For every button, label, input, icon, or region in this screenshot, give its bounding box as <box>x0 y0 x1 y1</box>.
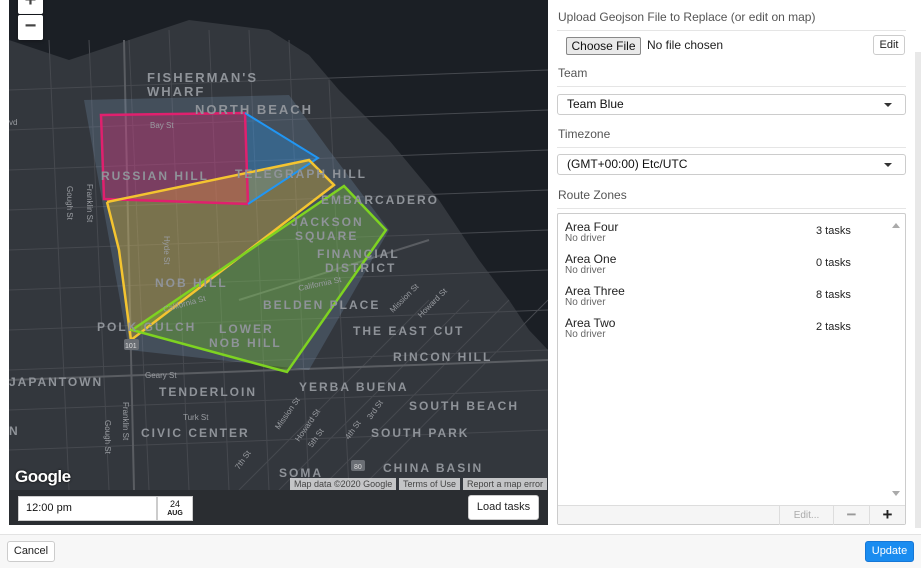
map-label: RUSSIAN HILL <box>101 169 209 183</box>
map-label: Hyde St <box>162 236 171 265</box>
zone-name: Area Four <box>565 220 619 234</box>
list-item[interactable]: Area Three No driver 8 tasks <box>565 284 885 314</box>
map-label: Geary St <box>145 371 177 380</box>
map-label: FISHERMAN'S <box>147 70 258 85</box>
zone-task-count: 8 tasks <box>816 289 851 301</box>
team-select-value: Team Blue <box>567 97 624 111</box>
add-zone-button[interactable]: + <box>869 506 905 525</box>
terms-of-use-link[interactable]: Terms of Use <box>399 478 461 490</box>
map-label: CIVIC CENTER <box>141 426 250 440</box>
edit-zone-button[interactable]: Edit... <box>779 506 833 525</box>
divider <box>557 147 906 148</box>
divider <box>557 30 906 31</box>
team-select[interactable]: Team Blue <box>557 94 906 115</box>
route-zones-list: Area Four No driver 3 tasks Area One No … <box>557 213 906 525</box>
zone-name: Area One <box>565 252 617 266</box>
list-item[interactable]: Area Four No driver 3 tasks <box>565 220 885 250</box>
scroll-down-arrow-icon[interactable] <box>892 491 900 496</box>
choose-file-button[interactable]: Choose File <box>566 37 641 55</box>
map-label: TELEGRAPH HILL <box>235 167 367 181</box>
zone-name: Area Three <box>565 284 625 298</box>
file-status: No file chosen <box>647 38 724 52</box>
date-month: AUG <box>167 510 183 517</box>
dialog-footer: Cancel Update <box>0 534 921 568</box>
zoom-in-button[interactable]: + <box>18 0 43 14</box>
divider <box>557 86 906 87</box>
zone-driver: No driver <box>565 265 606 276</box>
map-view[interactable]: FISHERMAN'S WHARF NORTH BEACH RUSSIAN HI… <box>9 0 548 490</box>
page-scrollbar[interactable] <box>915 52 921 528</box>
zones-toolbar: Edit... − + <box>558 505 905 525</box>
cancel-button[interactable]: Cancel <box>7 541 55 562</box>
list-item[interactable]: Area One No driver 0 tasks <box>565 252 885 282</box>
zones-scrollbar[interactable] <box>887 215 905 505</box>
report-map-error-link[interactable]: Report a map error <box>463 478 548 490</box>
upload-label: Upload Geojson File to Replace (or edit … <box>558 10 816 24</box>
team-label: Team <box>558 66 588 80</box>
map-label: JAPANTOWN <box>9 375 103 389</box>
zone-task-count: 3 tasks <box>816 225 851 237</box>
map-label: Gough St <box>65 186 74 221</box>
map-label: NOB HILL <box>209 336 282 350</box>
time-input[interactable]: 12:00 pm <box>18 496 157 521</box>
map-label: JACKSON <box>291 215 364 229</box>
zone-task-count: 0 tasks <box>816 257 851 269</box>
map-label: DISTRICT <box>325 261 396 275</box>
map-label: NOB HILL <box>155 276 228 290</box>
map-label: Franklin St <box>121 402 130 441</box>
map-data-attribution: Map data ©2020 Google <box>290 478 397 490</box>
map-label: NORTH BEACH <box>195 102 313 117</box>
map-label: TENDERLOIN <box>159 385 257 399</box>
map-label: 80 <box>354 464 362 471</box>
zone-task-count: 2 tasks <box>816 321 851 333</box>
map-label: SOUTH BEACH <box>409 399 519 413</box>
remove-zone-button[interactable]: − <box>833 506 869 525</box>
map-toolbar: 12:00 pm 24 AUG Load tasks <box>9 490 548 525</box>
chevron-down-icon <box>884 163 892 167</box>
date-picker[interactable]: 24 AUG <box>157 496 193 521</box>
map-label: vd <box>9 118 17 127</box>
map-label: BELDEN PLACE <box>263 298 380 312</box>
load-tasks-button[interactable]: Load tasks <box>468 495 539 520</box>
update-button[interactable]: Update <box>865 541 914 562</box>
map-label: Franklin St <box>85 184 94 223</box>
zone-settings-panel: Upload Geojson File to Replace (or edit … <box>557 0 906 530</box>
scroll-up-arrow-icon[interactable] <box>892 223 900 228</box>
zone-driver: No driver <box>565 329 606 340</box>
map-label: Turk St <box>183 413 209 422</box>
map-label: EMBARCADERO <box>321 193 439 207</box>
map-label: LOWER <box>219 322 274 336</box>
google-logo: Google <box>15 467 71 486</box>
map-label: Bay St <box>150 121 174 130</box>
map-label: RINCON HILL <box>393 350 492 364</box>
timezone-select[interactable]: (GMT+00:00) Etc/UTC <box>557 154 906 175</box>
map-label: YERBA BUENA <box>299 380 409 394</box>
map-label: THE EAST CUT <box>353 324 464 338</box>
zone-driver: No driver <box>565 297 606 308</box>
map-label: N <box>9 424 20 438</box>
date-day: 24 <box>169 499 180 509</box>
map-label: CHINA BASIN <box>383 461 483 475</box>
divider <box>557 208 906 209</box>
zone-driver: No driver <box>565 233 606 244</box>
route-zones-label: Route Zones <box>558 188 627 202</box>
edit-geojson-button[interactable]: Edit <box>873 35 905 55</box>
map-label: SQUARE <box>295 229 358 243</box>
list-item[interactable]: Area Two No driver 2 tasks <box>565 316 885 346</box>
timezone-select-value: (GMT+00:00) Etc/UTC <box>567 157 688 171</box>
map-label: Gough St <box>103 420 112 455</box>
map-label: SOUTH PARK <box>371 426 469 440</box>
zone-name: Area Two <box>565 316 616 330</box>
chevron-down-icon <box>884 103 892 107</box>
zoom-out-button[interactable]: − <box>18 15 43 40</box>
map-label: WHARF <box>147 84 205 99</box>
map-label: 101 <box>125 343 137 350</box>
timezone-label: Timezone <box>558 127 611 141</box>
map-label: FINANCIAL <box>317 247 400 261</box>
map-label: POLK GULCH <box>97 320 196 334</box>
map-canvas[interactable]: FISHERMAN'S WHARF NORTH BEACH RUSSIAN HI… <box>9 0 548 490</box>
